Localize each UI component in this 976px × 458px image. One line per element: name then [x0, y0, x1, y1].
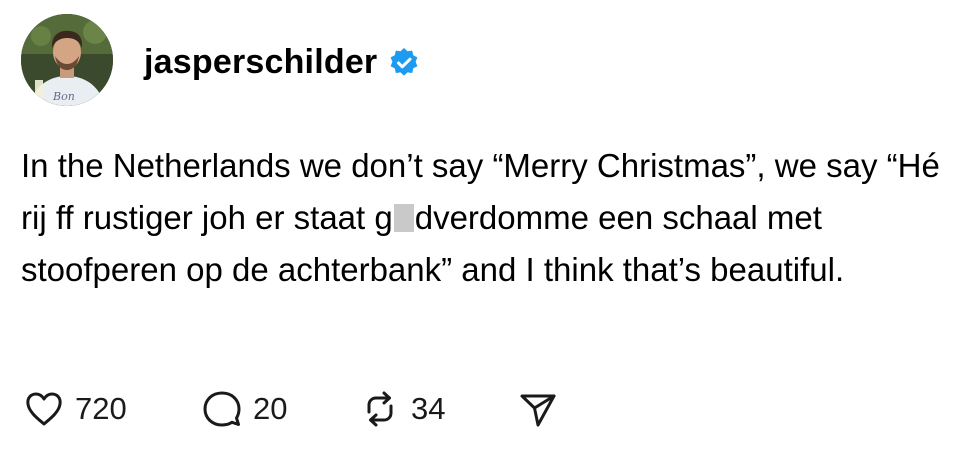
heart-icon [23, 388, 65, 430]
repost-button[interactable]: 34 [359, 388, 517, 430]
paper-plane-icon [517, 388, 559, 430]
share-button[interactable] [517, 388, 567, 430]
svg-text:Bon: Bon [52, 90, 75, 103]
reply-count: 20 [253, 391, 288, 426]
action-bar: 720 20 34 [23, 384, 567, 434]
post-card: Bon jasperschilder In the Netherlands we… [0, 0, 976, 458]
like-button[interactable]: 720 [23, 388, 201, 430]
post-text: In the Netherlands we don’t say “Merry C… [21, 140, 966, 296]
repost-count: 34 [411, 391, 446, 426]
avatar[interactable]: Bon [21, 14, 113, 106]
speech-bubble-icon [201, 388, 243, 430]
repost-arrows-icon [359, 388, 401, 430]
username[interactable]: jasperschilder [144, 43, 377, 82]
censor-block [393, 204, 414, 232]
username-row: jasperschilder [144, 38, 421, 86]
like-count: 720 [75, 391, 127, 426]
avatar-photo-icon: Bon [21, 14, 113, 106]
reply-button[interactable]: 20 [201, 388, 359, 430]
verified-badge-icon [387, 45, 421, 79]
